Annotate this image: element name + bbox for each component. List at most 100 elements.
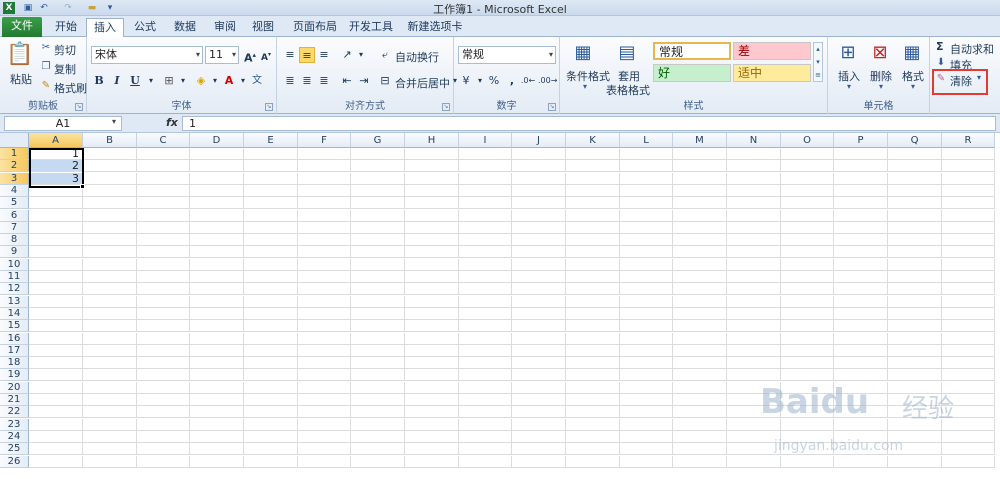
cell-f12[interactable] <box>298 283 351 296</box>
cell-c7[interactable] <box>137 221 190 234</box>
styles-gallery-scroll-icon[interactable]: ▴ ▾ ≡ <box>813 42 823 82</box>
cell-i24[interactable] <box>459 430 512 443</box>
cell-g5[interactable] <box>351 197 405 210</box>
cell-d16[interactable] <box>190 332 244 345</box>
cell-k3[interactable] <box>566 172 620 185</box>
cell-q11[interactable] <box>888 271 942 283</box>
cell-g19[interactable] <box>351 369 405 382</box>
cell-h13[interactable] <box>405 295 459 308</box>
cell-b10[interactable] <box>83 258 137 271</box>
cell-l9[interactable] <box>620 246 673 259</box>
cell-r12[interactable] <box>942 283 995 296</box>
merge-center-icon[interactable]: ⊟ <box>377 73 393 89</box>
cell-f4[interactable] <box>298 184 351 197</box>
cell-m22[interactable] <box>673 406 727 419</box>
cell-n18[interactable] <box>727 357 781 370</box>
cell-h20[interactable] <box>405 381 459 394</box>
cell-l26[interactable] <box>620 455 673 468</box>
cell-g20[interactable] <box>351 381 405 394</box>
cell-m20[interactable] <box>673 381 727 394</box>
cell-q12[interactable] <box>888 283 942 296</box>
cell-p1[interactable] <box>834 148 888 160</box>
cell-p12[interactable] <box>834 283 888 296</box>
cell-c19[interactable] <box>137 369 190 382</box>
column-header-n[interactable]: N <box>727 133 781 148</box>
cell-g23[interactable] <box>351 418 405 431</box>
cell-j1[interactable] <box>512 148 566 160</box>
cell-g11[interactable] <box>351 271 405 283</box>
copy-button[interactable]: 复制 <box>54 61 76 77</box>
cell-r14[interactable] <box>942 307 995 320</box>
cell-j18[interactable] <box>512 357 566 370</box>
cell-i9[interactable] <box>459 246 512 259</box>
column-header-i[interactable]: I <box>459 133 512 148</box>
cell-m26[interactable] <box>673 455 727 468</box>
cell-n6[interactable] <box>727 209 781 222</box>
cell-c1[interactable] <box>137 148 190 160</box>
cell-e11[interactable] <box>244 271 298 283</box>
row-header-20[interactable]: 20 <box>0 381 29 394</box>
cell-g7[interactable] <box>351 221 405 234</box>
cell-m17[interactable] <box>673 344 727 357</box>
cell-o13[interactable] <box>781 295 834 308</box>
align-top-icon[interactable]: ≡ <box>282 47 298 63</box>
cell-l16[interactable] <box>620 332 673 345</box>
cell-l4[interactable] <box>620 184 673 197</box>
cell-c15[interactable] <box>137 320 190 333</box>
underline-dropdown-icon[interactable]: ▾ <box>143 73 159 89</box>
delete-dropdown-icon[interactable]: ▾ <box>876 82 886 91</box>
cell-c24[interactable] <box>137 430 190 443</box>
cell-q8[interactable] <box>888 234 942 247</box>
tab-new-tab[interactable]: 新建选项卡 <box>400 18 470 37</box>
cell-f19[interactable] <box>298 369 351 382</box>
cell-g8[interactable] <box>351 234 405 247</box>
cell-o19[interactable] <box>781 369 834 382</box>
cell-c22[interactable] <box>137 406 190 419</box>
number-launcher-icon[interactable]: ↘ <box>548 103 556 111</box>
cell-a25[interactable] <box>29 443 83 456</box>
cell-i21[interactable] <box>459 394 512 406</box>
cell-k15[interactable] <box>566 320 620 333</box>
cell-q19[interactable] <box>888 369 942 382</box>
tab-formulas[interactable]: 公式 <box>128 18 162 37</box>
row-header-22[interactable]: 22 <box>0 406 29 419</box>
italic-button[interactable]: I <box>109 73 125 89</box>
cell-m4[interactable] <box>673 184 727 197</box>
column-header-a[interactable]: A <box>29 133 83 148</box>
cell-n17[interactable] <box>727 344 781 357</box>
cell-e9[interactable] <box>244 246 298 259</box>
cell-m21[interactable] <box>673 394 727 406</box>
cell-c25[interactable] <box>137 443 190 456</box>
cell-g25[interactable] <box>351 443 405 456</box>
cell-q18[interactable] <box>888 357 942 370</box>
cell-h15[interactable] <box>405 320 459 333</box>
cell-b17[interactable] <box>83 344 137 357</box>
cell-l8[interactable] <box>620 234 673 247</box>
cell-n4[interactable] <box>727 184 781 197</box>
cell-e20[interactable] <box>244 381 298 394</box>
cell-l20[interactable] <box>620 381 673 394</box>
cell-m13[interactable] <box>673 295 727 308</box>
cell-e10[interactable] <box>244 258 298 271</box>
cell-f14[interactable] <box>298 307 351 320</box>
cell-o17[interactable] <box>781 344 834 357</box>
borders-dropdown-icon[interactable]: ▾ <box>175 73 191 89</box>
cell-b14[interactable] <box>83 307 137 320</box>
align-center-icon[interactable]: ≣ <box>299 73 315 89</box>
cell-h25[interactable] <box>405 443 459 456</box>
cell-a13[interactable] <box>29 295 83 308</box>
cell-h4[interactable] <box>405 184 459 197</box>
cell-d6[interactable] <box>190 209 244 222</box>
cell-g14[interactable] <box>351 307 405 320</box>
cell-p11[interactable] <box>834 271 888 283</box>
column-header-e[interactable]: E <box>244 133 298 148</box>
cell-j2[interactable] <box>512 160 566 173</box>
insert-function-icon[interactable]: fx <box>166 116 180 131</box>
cell-n1[interactable] <box>727 148 781 160</box>
row-header-23[interactable]: 23 <box>0 418 29 431</box>
cell-i13[interactable] <box>459 295 512 308</box>
cell-n9[interactable] <box>727 246 781 259</box>
cell-r3[interactable] <box>942 172 995 185</box>
column-header-r[interactable]: R <box>942 133 995 148</box>
format-painter-icon[interactable]: ✎ <box>40 80 52 91</box>
